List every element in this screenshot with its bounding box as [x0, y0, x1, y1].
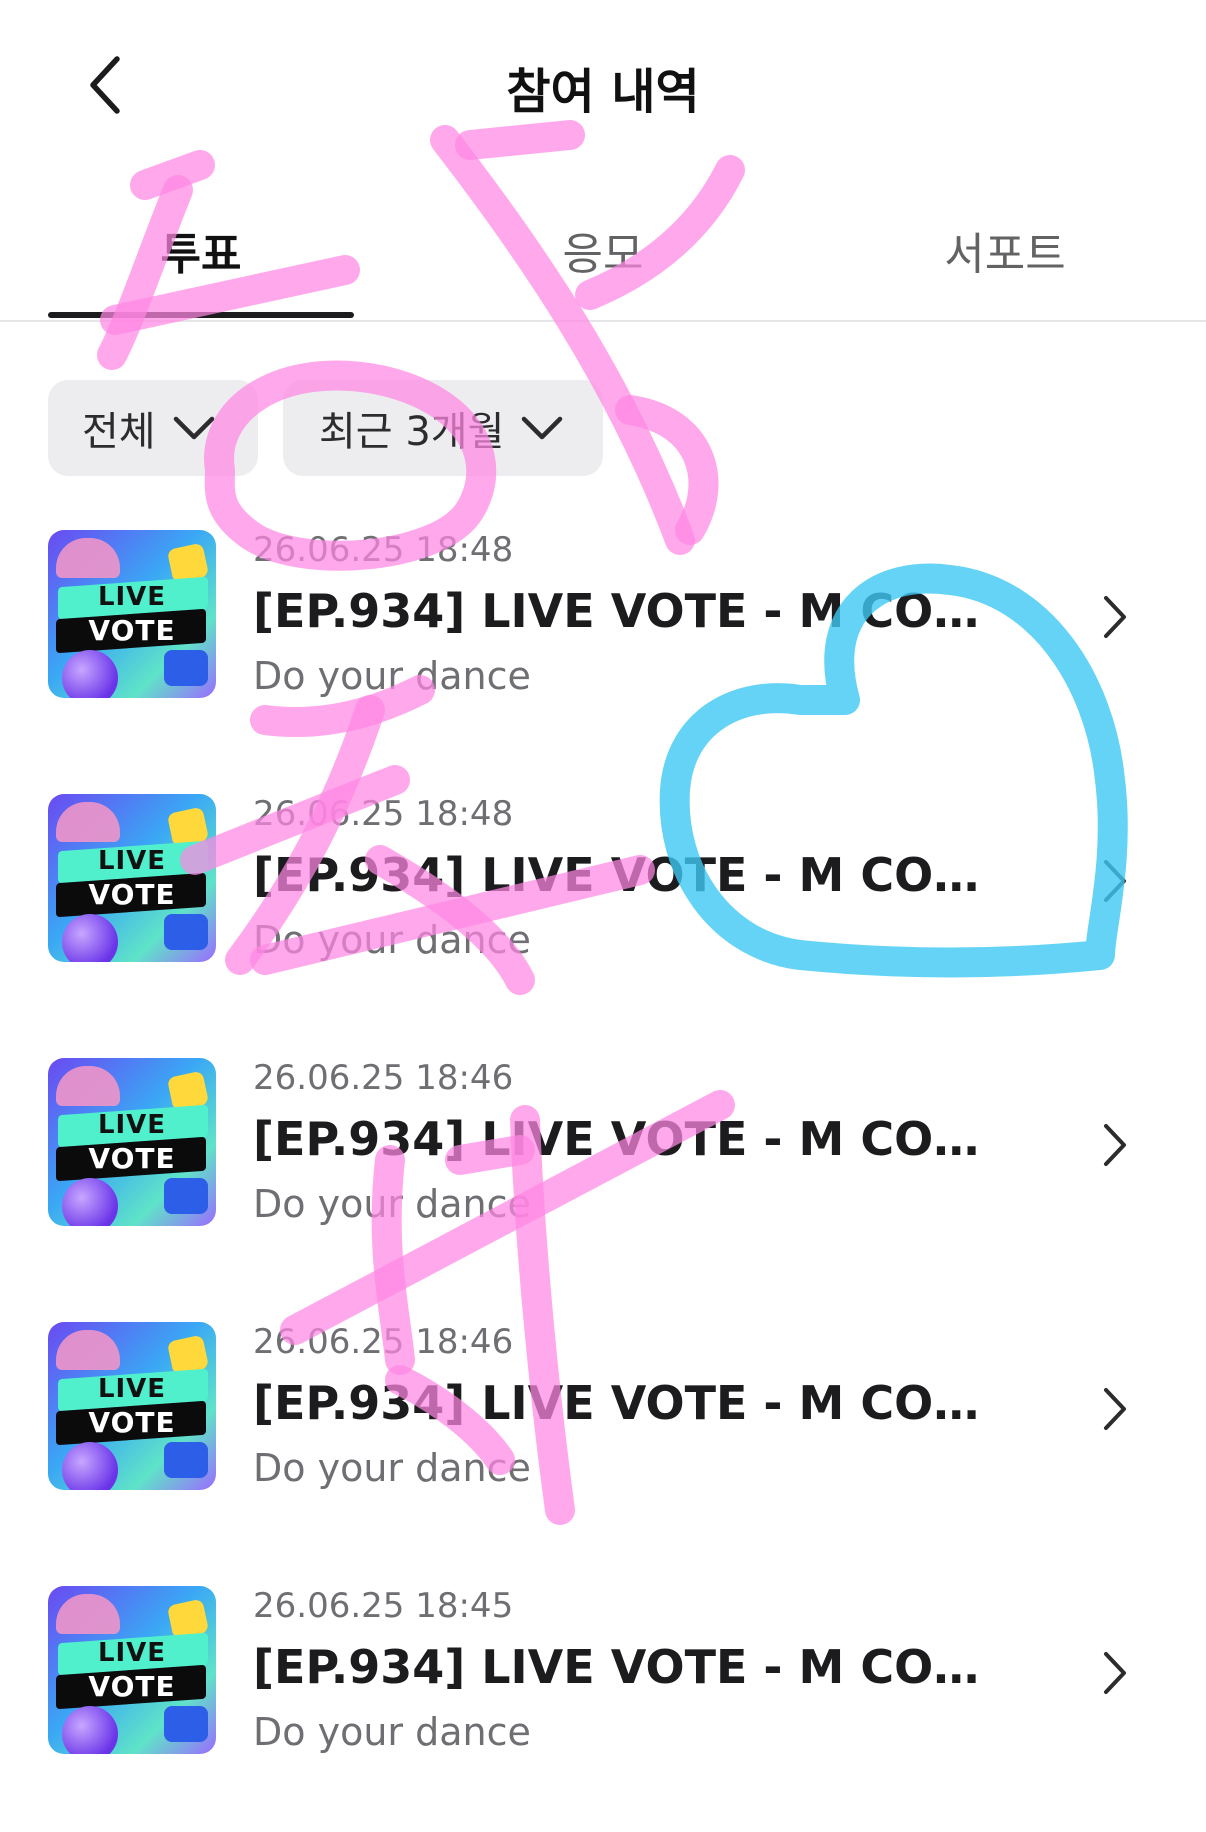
filter-period-dropdown[interactable]: 최근 3개월 — [283, 380, 603, 476]
tab-bar: 투표 응모 서포트 — [0, 200, 1206, 322]
item-title: [EP.934] LIVE VOTE - M COUNTDOWN — [253, 1640, 1008, 1694]
thumbnail-text-vote: VOTE — [88, 614, 176, 647]
item-subtitle: Do your dance — [253, 1182, 531, 1226]
thumbnail-text-live: LIVE — [97, 582, 167, 612]
item-subtitle: Do your dance — [253, 654, 531, 698]
list-item[interactable]: LIVE VOTE 26.06.25 18:45 [EP.934] LIVE V… — [0, 1586, 1206, 1776]
tab-support[interactable]: 서포트 — [804, 218, 1206, 282]
vote-thumbnail: LIVE VOTE — [48, 794, 216, 962]
page-title: 참여 내역 — [506, 64, 700, 120]
item-date: 26.06.25 18:48 — [253, 530, 514, 570]
thumbnail-text-live: LIVE — [97, 1110, 167, 1140]
item-subtitle: Do your dance — [253, 1710, 531, 1754]
list-item[interactable]: LIVE VOTE 26.06.25 18:46 [EP.934] LIVE V… — [0, 1058, 1206, 1248]
thumbnail-text-vote: VOTE — [88, 1142, 176, 1175]
chevron-down-icon — [522, 416, 563, 440]
chevron-down-icon — [173, 416, 214, 440]
list-item[interactable]: LIVE VOTE 26.06.25 18:46 [EP.934] LIVE V… — [0, 1322, 1206, 1512]
item-date: 26.06.25 18:45 — [253, 1586, 514, 1626]
item-title: [EP.934] LIVE VOTE - M COUNTDOWN — [253, 848, 1008, 902]
vote-thumbnail: LIVE VOTE — [48, 1058, 216, 1226]
header: 참여 내역 — [0, 0, 1206, 170]
filter-category-dropdown[interactable]: 전체 — [48, 380, 258, 476]
thumbnail-text-vote: VOTE — [88, 1406, 176, 1439]
item-date: 26.06.25 18:46 — [253, 1322, 514, 1362]
item-title: [EP.934] LIVE VOTE - M COUNTDOWN — [253, 1376, 1008, 1430]
active-tab-indicator — [48, 312, 354, 318]
item-subtitle: Do your dance — [253, 1446, 531, 1490]
thumbnail-text-vote: VOTE — [88, 1670, 176, 1703]
item-date: 26.06.25 18:48 — [253, 794, 514, 834]
chevron-right-icon — [1104, 860, 1126, 902]
filter-category-label: 전체 — [82, 409, 156, 455]
vote-thumbnail: LIVE VOTE — [48, 1322, 216, 1490]
chevron-right-icon — [1104, 1124, 1126, 1166]
item-title: [EP.934] LIVE VOTE - M COUNTDOWN — [253, 584, 1008, 638]
tab-vote[interactable]: 투표 — [0, 218, 402, 282]
item-date: 26.06.25 18:46 — [253, 1058, 514, 1098]
chevron-right-icon — [1104, 1652, 1126, 1694]
item-title: [EP.934] LIVE VOTE - M COUNTDOWN — [253, 1112, 1008, 1166]
thumbnail-text-live: LIVE — [97, 846, 167, 876]
thumbnail-text-live: LIVE — [97, 1374, 167, 1404]
vote-thumbnail: LIVE VOTE — [48, 1586, 216, 1754]
list-item[interactable]: LIVE VOTE 26.06.25 18:48 [EP.934] LIVE V… — [0, 530, 1206, 720]
chevron-right-icon — [1104, 596, 1126, 638]
item-subtitle: Do your dance — [253, 918, 531, 962]
chevron-right-icon — [1104, 1388, 1126, 1430]
vote-thumbnail: LIVE VOTE — [48, 530, 216, 698]
thumbnail-text-vote: VOTE — [88, 878, 176, 911]
thumbnail-text-live: LIVE — [97, 1638, 167, 1668]
list-item[interactable]: LIVE VOTE 26.06.25 18:48 [EP.934] LIVE V… — [0, 794, 1206, 984]
filter-period-label: 최근 3개월 — [319, 409, 505, 455]
tab-entry[interactable]: 응모 — [402, 218, 804, 282]
